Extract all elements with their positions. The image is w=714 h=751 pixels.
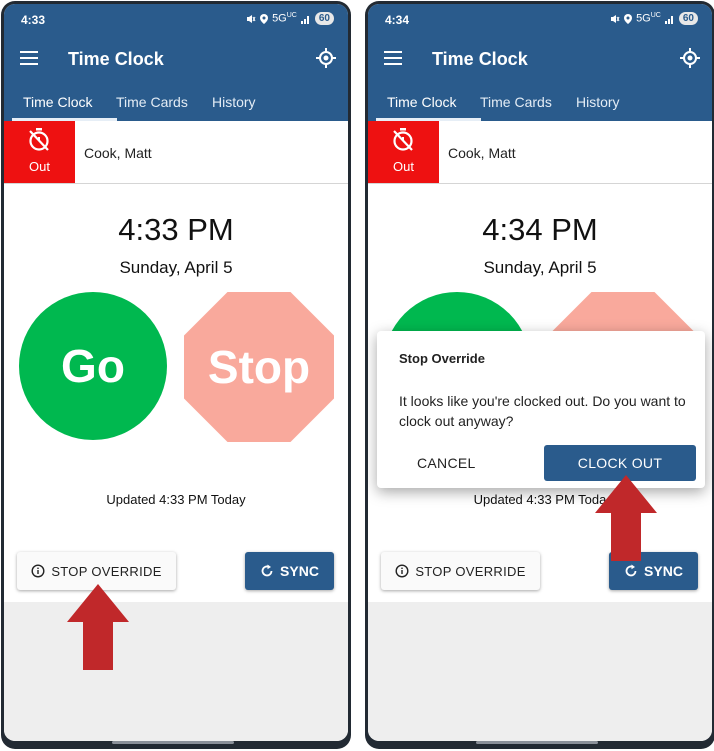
sync-button[interactable]: SYNC <box>245 552 334 590</box>
battery-indicator: 60 <box>678 12 698 25</box>
cancel-button[interactable]: CANCEL <box>417 455 476 471</box>
stopwatch-off-icon <box>29 128 49 151</box>
network-label: 5GUC <box>272 12 297 25</box>
screen-left: 4:33 5GUC 60 Time Clock Time Clock Time … <box>4 4 348 741</box>
status-icons: 5GUC 60 <box>610 12 698 25</box>
tab-history[interactable]: History <box>212 94 256 110</box>
status-time: 4:34 <box>385 13 410 27</box>
status-bar: 4:33 5GUC 60 <box>4 4 348 32</box>
app-title: Time Clock <box>432 49 528 69</box>
employee-card[interactable]: Out Cook, Matt <box>368 121 712 184</box>
empty-area <box>368 602 712 741</box>
mute-icon <box>611 14 620 23</box>
tab-time-clock[interactable]: Time Clock <box>387 94 457 110</box>
stopwatch-off-icon <box>393 128 413 151</box>
toolbar: Time Clock <box>4 32 348 86</box>
status-label: Out <box>29 159 50 174</box>
current-time: 4:33 PM <box>118 212 234 247</box>
dialog-message: It looks like you're clocked out. Do you… <box>399 393 686 429</box>
status-badge: Out <box>368 121 439 183</box>
stop-override-label: STOP OVERRIDE <box>51 563 162 579</box>
up-arrow-icon <box>67 584 129 670</box>
sync-label: SYNC <box>644 563 683 579</box>
hamburger-icon[interactable] <box>384 51 402 65</box>
status-icons: 5GUC 60 <box>246 12 334 25</box>
toolbar: Time Clock <box>368 32 712 86</box>
refresh-icon <box>261 564 273 577</box>
crosshair-icon[interactable] <box>316 48 336 68</box>
crosshair-icon[interactable] <box>680 48 700 68</box>
current-date: Sunday, April 5 <box>483 258 597 277</box>
up-arrow-icon <box>595 475 657 561</box>
tab-bar: Time Clock Time Cards History <box>4 86 348 121</box>
network-text: 5G <box>636 12 651 25</box>
network-sup: UC <box>650 12 661 20</box>
status-bar: 4:34 5GUC 60 <box>368 4 712 32</box>
network-text: 5G <box>272 12 287 25</box>
status-badge: Out <box>4 121 75 183</box>
location-pin-icon <box>624 13 633 24</box>
dialog-title: Stop Override <box>399 351 485 366</box>
empty-area <box>4 602 348 741</box>
status-time: 4:33 <box>21 13 46 27</box>
app-title: Time Clock <box>68 49 164 69</box>
battery-indicator: 60 <box>314 12 334 25</box>
network-sup: UC <box>286 12 297 20</box>
mute-icon <box>247 14 256 23</box>
screen-right: 4:34 5GUC 60 Time Clock Time Clock Time … <box>368 4 712 741</box>
network-label: 5GUC <box>636 12 661 25</box>
hamburger-icon[interactable] <box>20 51 38 65</box>
tab-time-clock[interactable]: Time Clock <box>23 94 93 110</box>
signal-icon <box>664 15 673 24</box>
home-indicator[interactable] <box>112 741 234 744</box>
tab-bar: Time Clock Time Cards History <box>368 86 712 121</box>
location-pin-icon <box>260 13 269 24</box>
info-icon <box>395 564 409 578</box>
tab-time-cards[interactable]: Time Cards <box>480 94 552 110</box>
tab-history[interactable]: History <box>576 94 620 110</box>
current-date: Sunday, April 5 <box>119 258 233 277</box>
phone-frame-left: 4:33 5GUC 60 Time Clock Time Clock Time … <box>1 1 351 749</box>
stop-button[interactable]: Stop <box>184 292 334 442</box>
current-time: 4:34 PM <box>482 212 598 247</box>
refresh-icon <box>625 564 637 577</box>
go-button[interactable]: Go <box>19 292 167 440</box>
status-label: Out <box>393 159 414 174</box>
last-updated: Updated 4:33 PM Toda <box>473 492 607 507</box>
app-bar: 4:34 5GUC 60 Time Clock Time Clock Time … <box>368 4 712 121</box>
app-bar: 4:33 5GUC 60 Time Clock Time Clock Time … <box>4 4 348 121</box>
stop-override-label: STOP OVERRIDE <box>415 563 526 579</box>
info-icon <box>31 564 45 578</box>
employee-name: Cook, Matt <box>84 145 152 161</box>
phone-frame-right: 4:34 5GUC 60 Time Clock Time Clock Time … <box>365 1 714 749</box>
employee-name: Cook, Matt <box>448 145 516 161</box>
sync-label: SYNC <box>280 563 319 579</box>
signal-icon <box>300 15 309 24</box>
stop-override-button[interactable]: STOP OVERRIDE <box>381 552 540 590</box>
home-indicator[interactable] <box>476 741 598 744</box>
last-updated: Updated 4:33 PM Today <box>106 492 246 507</box>
tab-time-cards[interactable]: Time Cards <box>116 94 188 110</box>
employee-card[interactable]: Out Cook, Matt <box>4 121 348 184</box>
stop-override-dialog: Stop Override It looks like you're clock… <box>377 331 705 488</box>
